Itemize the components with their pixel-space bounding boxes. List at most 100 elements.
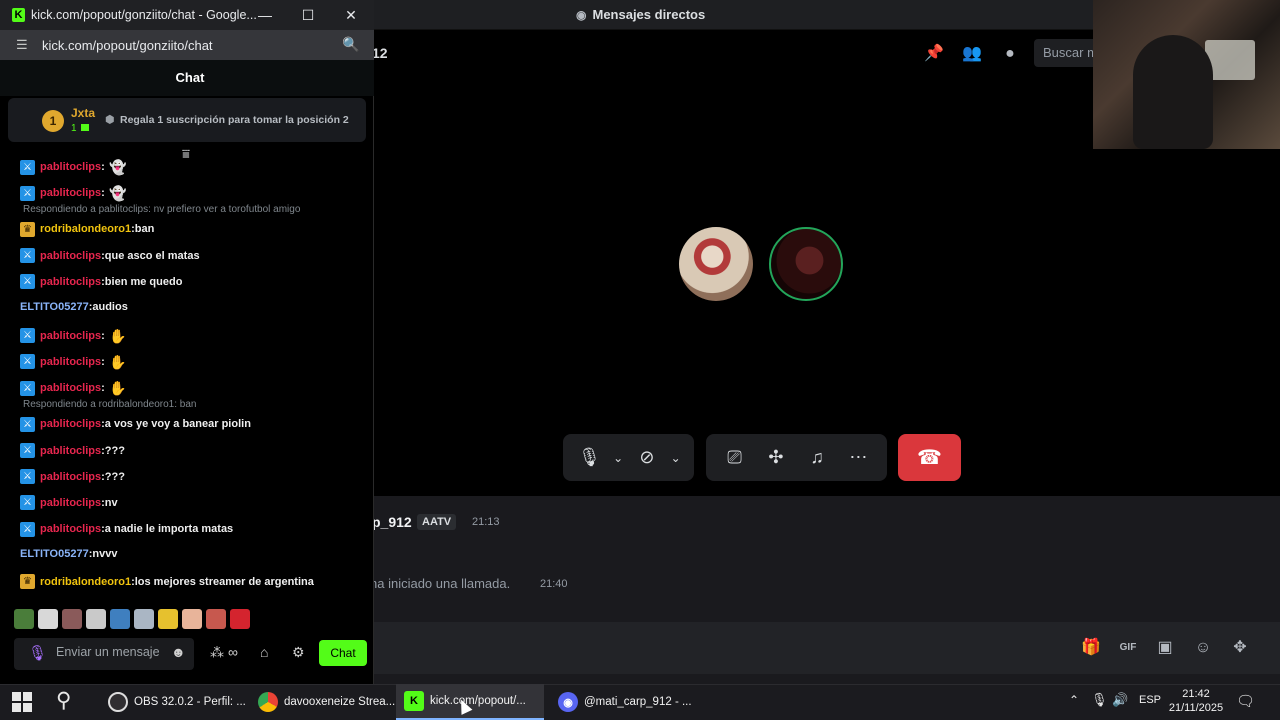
- chat-username[interactable]: pablitoclips: [40, 418, 101, 430]
- moderator-badge-icon: ⚔: [20, 159, 35, 175]
- mic-icon[interactable]: 🎙: [28, 644, 47, 662]
- chat-message[interactable]: ⚔ pablitoclips: ???: [20, 443, 125, 458]
- discord-message-input[interactable]: [374, 622, 1280, 674]
- site-info-icon[interactable]: ☰: [16, 37, 28, 53]
- chat-username[interactable]: pablitoclips: [40, 330, 101, 342]
- search-icon[interactable]: 🔍: [342, 36, 359, 53]
- chat-username[interactable]: rodribalondeoro1: [40, 576, 131, 588]
- chevron-down-icon[interactable]: ⌄: [610, 451, 626, 465]
- chat-message[interactable]: ⚔ pablitoclips: que asco el matas: [20, 248, 200, 264]
- emote[interactable]: [134, 609, 154, 629]
- emote[interactable]: [158, 609, 178, 629]
- chat-username[interactable]: ELTITO05277: [20, 301, 89, 313]
- chat-message[interactable]: ⚔ pablitoclips: a nadie le importa matas: [20, 521, 233, 537]
- emote[interactable]: [62, 609, 82, 629]
- emoji-icon[interactable]: ☻: [171, 644, 186, 660]
- chat-username[interactable]: rodribalondeoro1: [40, 223, 131, 235]
- hangup-icon: ☎: [917, 447, 942, 469]
- screen-share-icon[interactable]: ⎚: [719, 447, 751, 468]
- chat-username[interactable]: pablitoclips: [40, 161, 101, 173]
- chat-message[interactable]: ⚔ pablitoclips: ???: [20, 469, 125, 485]
- chat-input-placeholder: Enviar un mensaje: [56, 645, 160, 659]
- apps-icon[interactable]: ✥: [1230, 638, 1250, 658]
- emote[interactable]: [230, 609, 250, 629]
- video-off-icon[interactable]: ⊘: [631, 447, 663, 468]
- emote[interactable]: [14, 609, 34, 629]
- chat-message[interactable]: ♛ rodribalondeoro1: ban: [20, 221, 154, 237]
- connections-icon[interactable]: ⁂: [210, 644, 224, 661]
- chat-username[interactable]: ELTITO05277: [20, 548, 89, 560]
- taskbar-app-discord[interactable]: ◉ @mati_carp_912 - ...: [550, 684, 700, 720]
- chat-message[interactable]: ⚔ pablitoclips: bien me quedo: [20, 274, 182, 290]
- close-button[interactable]: ✕: [341, 6, 361, 24]
- search-icon[interactable]: ⚲: [56, 688, 71, 713]
- chat-username[interactable]: pablitoclips: [40, 445, 101, 457]
- sticker-icon[interactable]: ▣: [1155, 638, 1175, 658]
- tray-overflow-icon[interactable]: ⌃: [1069, 693, 1079, 707]
- chat-username[interactable]: pablitoclips: [40, 382, 101, 394]
- windows-start-icon[interactable]: [12, 692, 32, 712]
- chat-message[interactable]: ⚔ pablitoclips: 👻: [20, 184, 127, 202]
- chat-username[interactable]: pablitoclips: [40, 276, 101, 288]
- activity-icon[interactable]: ✣: [760, 447, 792, 468]
- chat-message[interactable]: ⚔ pablitoclips: ✋: [20, 353, 127, 371]
- volume-icon[interactable]: 🔊: [1112, 692, 1128, 708]
- notifications-icon[interactable]: 🗨: [1236, 692, 1255, 710]
- chat-message[interactable]: ⚔ pablitoclips: nv: [20, 495, 118, 511]
- moderator-badge-icon: ⚔: [20, 248, 35, 264]
- emote[interactable]: [86, 609, 106, 629]
- mic-icon[interactable]: 🎙: [1091, 692, 1108, 708]
- gift-icon[interactable]: 🎁: [1081, 638, 1101, 658]
- call-started-text: ha iniciado una llamada.: [370, 576, 511, 591]
- emote[interactable]: [110, 609, 130, 629]
- soundboard-icon[interactable]: ♫: [801, 447, 833, 468]
- settings-icon[interactable]: ⚙: [292, 644, 305, 661]
- message-author[interactable]: p_912: [372, 514, 412, 530]
- taskbar-app-obs[interactable]: OBS 32.0.2 - Perfil: ...: [100, 684, 254, 720]
- taskbar-app-chrome[interactable]: davooxeneize Strea...: [250, 684, 403, 720]
- url-text[interactable]: kick.com/popout/gonziito/chat: [42, 38, 213, 53]
- chat-message-list[interactable]: ⚔ pablitoclips: 👻 ⚔ pablitoclips: 👻 Respondi…: [0, 156, 374, 602]
- chat-message[interactable]: ⚔ pablitoclips: a vos ye voy a banear pio…: [20, 416, 251, 432]
- chat-message[interactable]: ⚔ pablitoclips: 👻: [20, 158, 127, 176]
- chat-username[interactable]: pablitoclips: [40, 250, 101, 262]
- mic-icon[interactable]: 🎙: [573, 447, 605, 468]
- emoji-icon[interactable]: ☺: [1193, 638, 1213, 658]
- chat-username[interactable]: pablitoclips: [40, 471, 101, 483]
- emote[interactable]: [182, 609, 202, 629]
- maximize-button[interactable]: ☐: [298, 6, 318, 24]
- leaderboard-user[interactable]: Jxta: [71, 106, 95, 120]
- chat-username[interactable]: pablitoclips: [40, 187, 101, 199]
- emote[interactable]: [206, 609, 226, 629]
- call-participant-avatar-speaking[interactable]: [769, 227, 843, 301]
- minimize-button[interactable]: —: [255, 6, 275, 24]
- chat-message[interactable]: ⚔ pablitoclips: ✋: [20, 327, 127, 345]
- chevron-down-icon[interactable]: ⌄: [668, 451, 684, 465]
- reply-context[interactable]: Respondiendo a pablitoclips: nv prefiero…: [23, 204, 300, 215]
- send-chat-button[interactable]: Chat: [319, 640, 367, 666]
- chat-title: Chat: [175, 70, 205, 85]
- chat-username[interactable]: pablitoclips: [40, 356, 101, 368]
- moderator-badge-icon: ⚔: [20, 521, 35, 537]
- chat-username[interactable]: pablitoclips: [40, 523, 101, 535]
- taskbar-app-label: OBS 32.0.2 - Perfil: ...: [134, 696, 246, 708]
- chat-message[interactable]: ELTITO05277: nvvv: [20, 548, 117, 560]
- profile-icon[interactable]: ●: [1000, 44, 1020, 64]
- gif-icon[interactable]: GIF: [1118, 638, 1138, 658]
- infinity-icon[interactable]: ∞: [228, 644, 238, 660]
- language-indicator[interactable]: ESP: [1139, 694, 1161, 706]
- more-icon[interactable]: ⋯: [842, 447, 874, 468]
- chat-message[interactable]: ELTITO05277: audios: [20, 301, 128, 313]
- chat-message[interactable]: ♛ rodribalondeoro1: los mejores streamer …: [20, 574, 314, 589]
- taskbar-app-kick[interactable]: K kick.com/popout/...: [396, 684, 544, 720]
- add-user-icon[interactable]: 👥: [962, 44, 982, 64]
- store-icon[interactable]: ⌂: [260, 644, 268, 660]
- pin-icon[interactable]: 📌: [924, 44, 944, 64]
- chat-message[interactable]: ⚔ pablitoclips: ✋: [20, 379, 127, 397]
- emote[interactable]: [38, 609, 58, 629]
- chat-username[interactable]: pablitoclips: [40, 497, 101, 509]
- call-participant-avatar[interactable]: [679, 227, 753, 301]
- clock[interactable]: 21:42 21/11/2025: [1168, 687, 1224, 715]
- hangup-button[interactable]: ☎: [898, 434, 961, 481]
- reply-context[interactable]: Respondiendo a rodribalondeoro1: ban: [23, 399, 196, 410]
